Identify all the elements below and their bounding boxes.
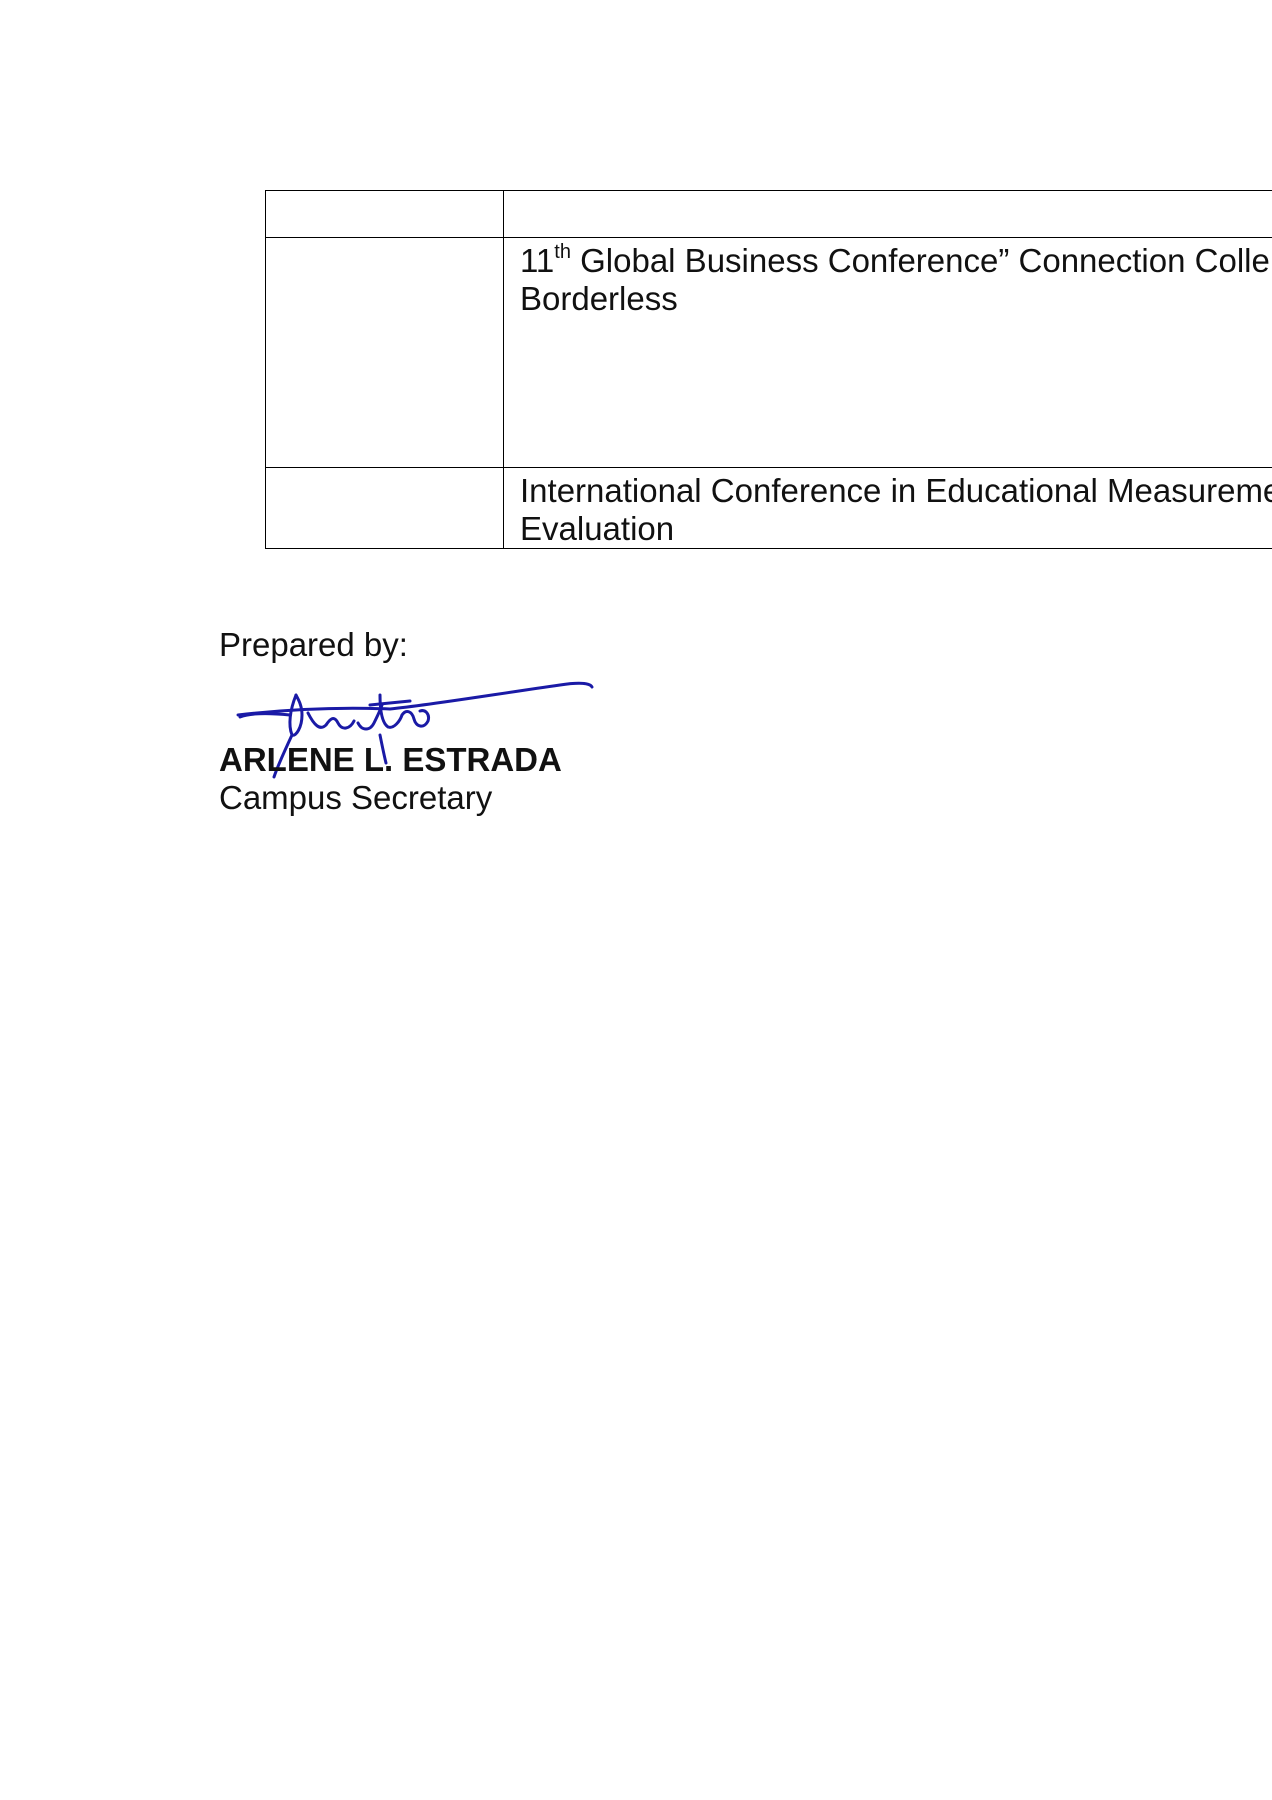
table-cell (265, 237, 504, 468)
table-cell (265, 467, 504, 549)
conference-title-continued: Evaluation (520, 510, 675, 547)
table-cell: International Conference in Educational … (503, 467, 1272, 549)
table-row: International Conference in Educational … (265, 467, 1272, 549)
conference-table: 11th Global Business Conference” Connect… (265, 190, 1272, 549)
signer-name: ARLENE L. ESTRADA (219, 741, 562, 778)
conference-title: 11th Global Business Conference” Connect… (520, 241, 1270, 279)
table-row (265, 190, 1272, 238)
signer-title: Campus Secretary (219, 779, 493, 816)
table-cell (265, 190, 504, 238)
table-cell (503, 190, 1272, 238)
table-cell: 11th Global Business Conference” Connect… (503, 237, 1272, 468)
table-row: 11th Global Business Conference” Connect… (265, 237, 1272, 468)
prepared-by-label: Prepared by: (219, 626, 408, 663)
conference-title: International Conference in Educational … (520, 472, 1272, 509)
conference-title-continued: Borderless (520, 280, 678, 317)
